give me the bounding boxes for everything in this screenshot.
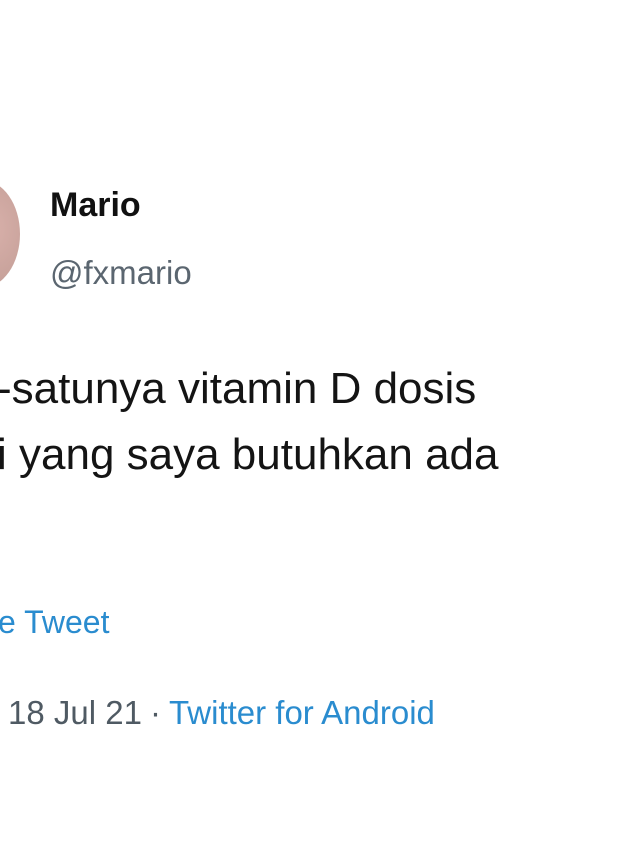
author-handle[interactable]: @fxmario (50, 254, 192, 292)
tweet-source-link[interactable]: Twitter for Android (169, 694, 435, 731)
tweet-text: -satunya vitamin D dosis i yang saya but… (0, 356, 499, 488)
tweet-meta: 18 Jul 21 · Twitter for Android (8, 694, 435, 732)
tweet-text-line: i yang saya butuhkan ada (0, 430, 499, 479)
tweet-date[interactable]: 18 Jul 21 (8, 694, 142, 731)
translate-tweet-link[interactable]: e Tweet (0, 604, 109, 641)
author-display-name[interactable]: Mario (50, 186, 141, 225)
tweet-text-line: -satunya vitamin D dosis (0, 364, 477, 413)
tweet-card: Mario @fxmario -satunya vitamin D dosis … (0, 0, 640, 853)
user-avatar[interactable] (0, 180, 20, 288)
meta-separator: · (149, 694, 161, 731)
